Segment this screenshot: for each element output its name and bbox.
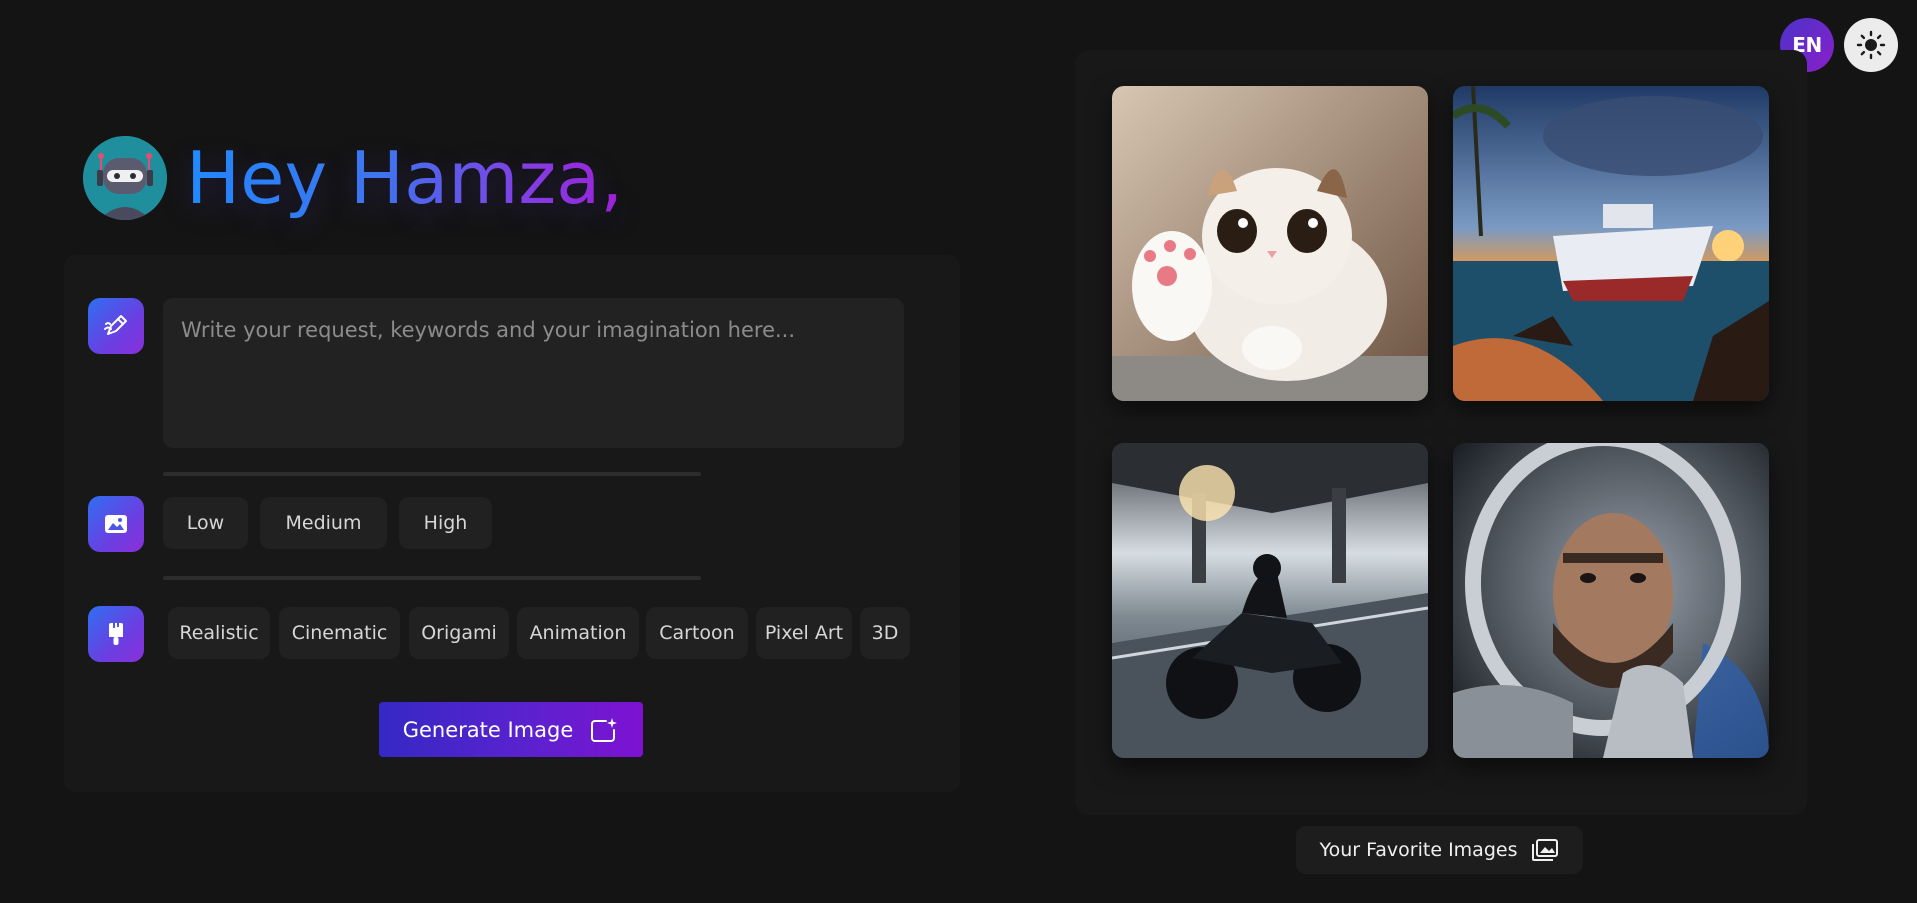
motorcycle-image [1112,443,1428,758]
favorite-images-label: Your Favorite Images [1319,839,1518,861]
generate-image-label: Generate Image [402,717,574,742]
quality-icon-tile [88,496,144,552]
robot-avatar-icon [83,136,167,220]
image-icon [105,515,127,533]
style-option-animation[interactable]: Animation [517,607,639,659]
prompt-icon-tile [88,298,144,354]
style-option-label: Pixel Art [764,622,844,644]
prompt-input[interactable] [163,298,904,448]
style-option-3d[interactable]: 3D [860,607,910,659]
theme-toggle-button[interactable] [1844,18,1898,72]
astronaut-image [1453,443,1769,758]
quality-option-label: High [423,512,468,534]
divider [163,472,701,476]
images-icon [1532,839,1559,861]
style-option-pixel-art[interactable]: Pixel Art [756,607,852,659]
gallery-image[interactable] [1112,86,1428,401]
style-option-origami[interactable]: Origami [409,607,509,659]
style-option-label: Realistic [179,622,259,644]
style-icon-tile [88,606,144,662]
divider [163,576,701,580]
style-option-label: 3D [871,622,899,644]
style-option-realistic[interactable]: Realistic [168,607,270,659]
ship-sunset-image [1453,86,1769,401]
style-option-label: Cartoon [659,622,735,644]
style-option-label: Origami [421,622,497,644]
style-option-label: Animation [529,622,627,644]
brush-icon [109,623,123,645]
quality-option-medium[interactable]: Medium [260,497,387,549]
style-option-label: Cinematic [291,622,388,644]
gallery-image[interactable] [1112,443,1428,758]
gallery-image[interactable] [1453,86,1769,401]
quality-option-label: Medium [285,512,362,534]
sun-icon [1856,30,1886,60]
greeting-title: Hey Hamza, [186,130,623,226]
style-option-cartoon[interactable]: Cartoon [646,607,748,659]
style-option-cinematic[interactable]: Cinematic [279,607,400,659]
quality-option-high[interactable]: High [399,497,492,549]
pen-sparkle-icon [104,315,127,335]
quality-option-low[interactable]: Low [163,497,248,549]
image-sparkle-icon [591,717,618,742]
avatar [83,136,167,220]
quality-option-label: Low [186,512,225,534]
cat-image [1112,86,1428,401]
gallery-image[interactable] [1453,443,1769,758]
generate-image-button[interactable]: Generate Image [379,702,643,757]
favorite-images-button[interactable]: Your Favorite Images [1296,826,1583,874]
